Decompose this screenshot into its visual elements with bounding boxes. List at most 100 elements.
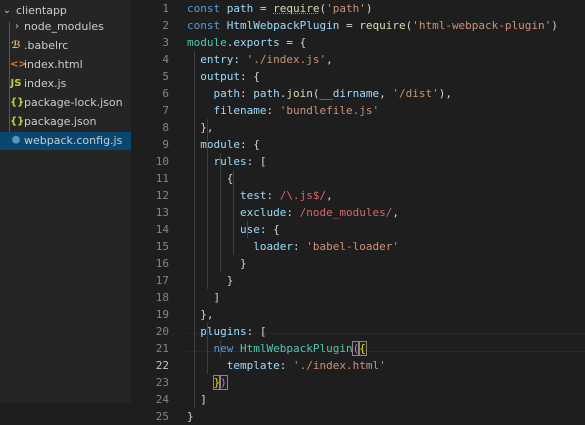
code-token: },: [187, 308, 214, 321]
code-token: 'bundlefile.js': [279, 104, 380, 117]
code-line: }: [187, 408, 194, 425]
code-token: rules: [213, 155, 247, 168]
file-label: package.json: [24, 115, 97, 128]
code-token: ,: [379, 87, 393, 100]
indent-guide: [220, 340, 222, 357]
code-token: '/dist': [392, 87, 439, 100]
code-line: module.exports = {: [187, 34, 306, 51]
code-token: './index.html': [292, 359, 386, 372]
code-editor[interactable]: 1 2 3 4 5 6 7 8 9 10 11 12 13 14 15 16 17 18 19 20 21 22 23 24 2…: [131, 0, 585, 423]
code-token: path: [213, 87, 241, 100]
line-number: 21: [155, 342, 169, 355]
code-token: :: [279, 359, 293, 372]
code-token: test: [239, 189, 267, 202]
code-token: exports: [233, 36, 280, 49]
file-label: index.js: [24, 77, 67, 90]
code-token: use: [239, 223, 260, 236]
code-token: : {: [240, 70, 260, 83]
file-label: .babelrc: [24, 39, 69, 52]
code-token: /\.js$/: [279, 189, 327, 202]
line-number: 17: [155, 274, 169, 287]
line-number: 11: [155, 172, 169, 185]
code-token: :: [240, 87, 254, 100]
code-token: : [: [246, 325, 267, 338]
line-number: 2: [162, 19, 169, 32]
code-token: },: [187, 121, 214, 134]
code-token: new: [213, 342, 240, 355]
code-line: }: [187, 255, 247, 272]
code-token: :: [233, 53, 247, 66]
code-token: ): [365, 2, 373, 15]
code-token: 'path': [326, 2, 366, 15]
indent-guide: [246, 221, 248, 238]
code-token: }: [187, 410, 194, 423]
code-token: : [: [246, 155, 267, 168]
file-row[interactable]: {} package.json: [0, 113, 131, 131]
file-label: webpack.config.js: [24, 134, 123, 147]
line-number: 18: [155, 291, 169, 304]
line-number: 22: [155, 359, 169, 372]
file-row[interactable]: ℬ .babelrc: [0, 37, 131, 55]
code-token: : {: [259, 223, 280, 236]
code-token: __dirname: [319, 87, 380, 100]
code-token: entry: [200, 53, 234, 66]
webpack-icon: ⬢: [11, 135, 21, 146]
code-token: join: [286, 87, 313, 100]
file-row[interactable]: › node_modules: [0, 18, 131, 36]
line-number: 8: [162, 121, 169, 134]
code-token: require: [359, 19, 406, 32]
code-token: 'babel-loader': [306, 240, 399, 253]
code-token: path: [253, 87, 280, 100]
code-line: new HtmlWebpackPlugin({: [187, 340, 367, 357]
code-token: :: [266, 189, 280, 202]
file-row[interactable]: <> index.html: [0, 56, 131, 74]
file-row[interactable]: ⬢ webpack.config.js: [0, 132, 131, 150]
line-number: 5: [162, 70, 169, 83]
code-line: ]: [187, 289, 220, 306]
code-token: {: [358, 341, 367, 356]
code-line: const HtmlWebpackPlugin = require('html-…: [187, 17, 558, 34]
code-line: },: [187, 306, 214, 323]
code-line: exclude: /node_modules/,: [187, 204, 399, 221]
line-number: 13: [155, 206, 169, 219]
code-token: ]: [187, 393, 207, 406]
file-label: node_modules: [24, 20, 104, 33]
line-number: 1: [162, 2, 169, 15]
code-token: ,: [392, 206, 399, 219]
indent-guide: [206, 323, 208, 374]
line-number: 7: [162, 104, 169, 117]
code-line: rules: [: [187, 153, 267, 170]
code-line: test: /\.js$/,: [187, 187, 333, 204]
explorer-sidebar: ⌄ clientapp › node_modules ℬ .babelrc <> inde…: [0, 0, 131, 403]
html-icon: <>: [10, 59, 27, 70]
code-token: ,: [326, 189, 333, 202]
code-token: template: [226, 359, 280, 372]
code-token: ),: [438, 87, 452, 100]
file-row[interactable]: JS index.js: [0, 75, 131, 93]
file-label: package-lock.json: [24, 96, 123, 109]
line-number: 25: [155, 410, 169, 423]
code-token: const: [187, 2, 227, 15]
code-token: :: [266, 104, 280, 117]
code-line: template: './index.html': [187, 357, 386, 374]
line-number: 14: [155, 223, 169, 236]
code-token: loader: [253, 240, 293, 253]
code-line: },: [187, 119, 214, 136]
code-token: path: [226, 2, 254, 15]
code-token: ,: [326, 53, 333, 66]
line-number: 23: [155, 376, 169, 389]
code-token: HtmlWebpackPlugin: [240, 342, 353, 355]
code-token: const: [187, 19, 227, 32]
code-token: /node_modules/: [299, 206, 393, 219]
file-row[interactable]: {} package-lock.json: [0, 94, 131, 112]
javascript-icon: JS: [10, 78, 22, 89]
line-number: 9: [162, 138, 169, 151]
